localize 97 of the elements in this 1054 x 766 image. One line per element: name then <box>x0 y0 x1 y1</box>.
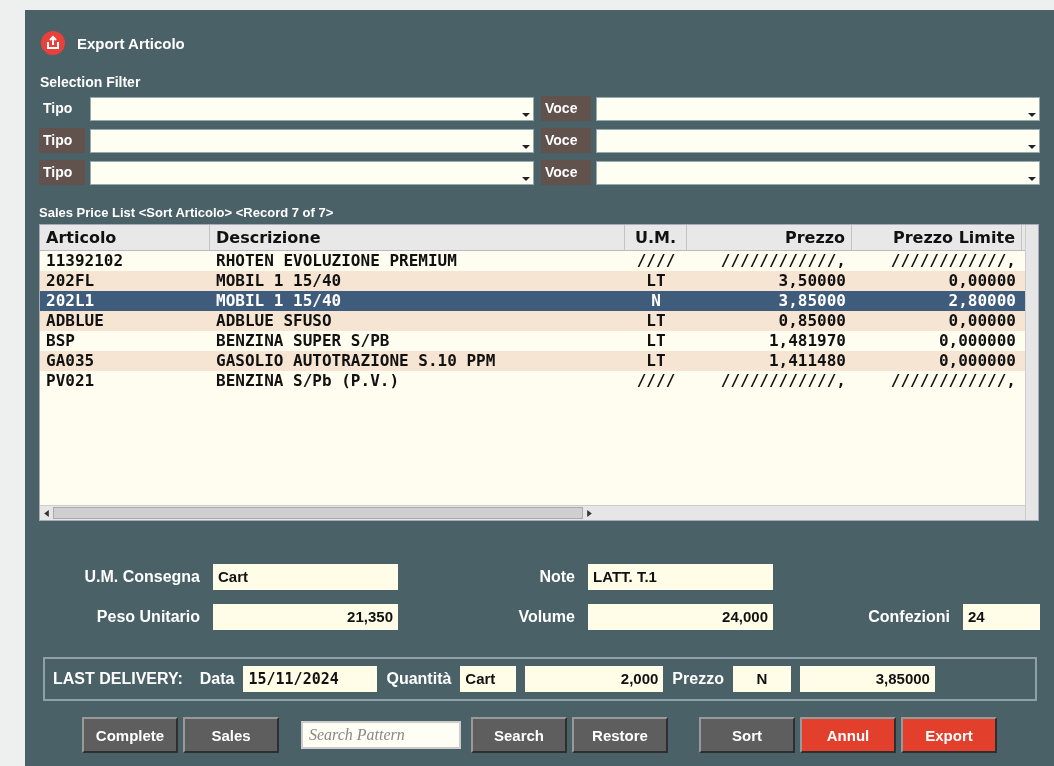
table-cell-text: //// <box>635 371 677 391</box>
caret-icon <box>1028 176 1036 181</box>
action-button[interactable]: Annul <box>800 717 896 753</box>
dropdown-field[interactable] <box>596 160 1040 185</box>
table-row[interactable]: 202FL MOBIL 1 15/40 LT 3,50000 0,00000 <box>40 271 1025 291</box>
dropdown-field[interactable] <box>90 160 534 185</box>
table-cell-text: RHOTEN EVOLUZIONE PREMIUM <box>215 251 458 271</box>
field-label: Volume <box>517 608 575 626</box>
field-label: Confezioni <box>867 608 950 626</box>
column-header[interactable]: U.M. <box>625 225 687 250</box>
input-field[interactable]: LATT. T.1 <box>588 564 773 590</box>
table-caption: Sales Price List <Sort Articolo> <Record 7 of 7> <box>39 205 335 220</box>
input-field[interactable]: 21,350 <box>213 604 398 630</box>
table-cell-text: N <box>650 291 662 311</box>
table-cell-text: 1,411480 <box>767 351 847 371</box>
input-field[interactable]: N <box>732 666 791 692</box>
table-cell-text: ////////////, <box>889 371 1017 391</box>
table-cell-text: 0,000000 <box>937 331 1017 351</box>
filter-label: Tipo <box>39 128 85 153</box>
table-cell-text: LT <box>645 271 667 291</box>
table-row[interactable]: GA035 GASOLIO AUTOTRAZIONE S.10 PPM LT 1,411480 0,000000 <box>40 351 1025 371</box>
export-icon <box>41 31 65 55</box>
table-cell-text: ADBLUE <box>45 311 105 331</box>
caret-icon <box>522 112 530 117</box>
field-label: Prezzo <box>672 670 724 688</box>
table-cell-text: ADBLUE SFUSO <box>215 311 333 331</box>
dropdown-field[interactable] <box>90 96 534 121</box>
caret-icon <box>522 176 530 181</box>
table-cell-text: ////////////, <box>719 251 847 271</box>
dropdown-field[interactable] <box>90 128 534 153</box>
input-field[interactable]: Cart <box>213 564 398 590</box>
caret-icon <box>1028 112 1036 117</box>
dropdown-field[interactable] <box>596 128 1040 153</box>
filter-label: Tipo <box>42 99 74 118</box>
vertical-scrollbar[interactable] <box>1025 225 1038 520</box>
column-header[interactable]: Prezzo <box>687 225 852 250</box>
table-cell-text: 1,481970 <box>767 331 847 351</box>
table-cell-text: 3,85000 <box>777 291 847 311</box>
field-label: U.M. Consegna <box>83 568 200 586</box>
table-cell-text: 202FL <box>45 271 96 291</box>
search-field[interactable]: Search Pattern <box>301 721 461 749</box>
table-cell-text: 202L1 <box>45 291 96 311</box>
table-cell-text: BSP <box>45 331 76 351</box>
table-cell-text: 2,80000 <box>947 291 1017 311</box>
table-cell-text: LT <box>645 331 667 351</box>
table-cell-text: 11392102 <box>45 251 125 271</box>
section-title: Selection Filter <box>40 74 142 90</box>
action-button[interactable]: Sort <box>699 717 795 753</box>
input-field[interactable]: 24 <box>963 604 1040 630</box>
scroll-left-icon[interactable] <box>44 509 49 517</box>
caret-icon <box>1028 144 1036 149</box>
field-label: Quantità <box>386 670 452 688</box>
table-cell-text: MOBIL 1 15/40 <box>215 291 343 311</box>
table-cell-text: 0,85000 <box>777 311 847 331</box>
table-cell-text: ////////////, <box>719 371 847 391</box>
input-field[interactable]: 15/11/2024 <box>243 666 378 692</box>
table-cell-text: 3,50000 <box>777 271 847 291</box>
action-button[interactable]: Complete <box>82 717 178 753</box>
table-cell-text: GASOLIO AUTOTRAZIONE S.10 PPM <box>215 351 497 371</box>
filter-label: Tipo <box>39 160 85 185</box>
table-cell-text: //// <box>635 251 677 271</box>
table-row[interactable]: ADBLUE ADBLUE SFUSO LT 0,85000 0,00000 <box>40 311 1025 331</box>
table-cell-text: BENZINA S/Pb (P.V.) <box>215 371 401 391</box>
filter-label: Voce <box>541 128 591 153</box>
table-cell-text: 0,00000 <box>947 271 1017 291</box>
table-cell-text: 0,000000 <box>937 351 1017 371</box>
filter-label: Voce <box>541 96 591 121</box>
column-header[interactable]: Prezzo Limite <box>852 225 1022 250</box>
table-cell-text: PV021 <box>45 371 96 391</box>
caret-icon <box>522 144 530 149</box>
table-cell-text: ////////////, <box>889 251 1017 271</box>
input-field[interactable]: 24,000 <box>588 604 773 630</box>
table-row[interactable]: 202L1 MOBIL 1 15/40 N 3,85000 2,80000 <box>40 291 1025 311</box>
panel-title: LAST DELIVERY: <box>53 670 183 688</box>
field-label: Data <box>199 670 235 688</box>
field-label: Note <box>538 568 575 586</box>
window-title: Export Articolo <box>77 34 185 52</box>
horizontal-scrollbar[interactable] <box>40 505 1025 520</box>
table-cell-text: MOBIL 1 15/40 <box>215 271 343 291</box>
filter-label: Voce <box>541 160 591 185</box>
table-cell-text: BENZINA SUPER S/PB <box>215 331 391 351</box>
scroll-right-icon[interactable] <box>587 509 592 517</box>
table-cell-text: GA035 <box>45 351 96 371</box>
table-cell-text: LT <box>645 311 667 331</box>
action-button[interactable]: Restore <box>572 717 668 753</box>
column-header[interactable]: Articolo <box>40 225 210 250</box>
input-field[interactable]: 3,85000 <box>799 666 935 692</box>
column-header[interactable]: Descrizione <box>210 225 625 250</box>
action-button[interactable]: Sales <box>183 717 279 753</box>
action-button[interactable]: Export <box>901 717 997 753</box>
field-label: Peso Unitario <box>95 608 200 626</box>
table-cell-text: LT <box>645 351 667 371</box>
action-button[interactable]: Search <box>471 717 567 753</box>
table-cell-text: 0,00000 <box>947 311 1017 331</box>
input-field[interactable]: Cart <box>460 666 517 692</box>
input-field[interactable]: 2,000 <box>525 666 664 692</box>
dropdown-field[interactable] <box>596 96 1040 121</box>
